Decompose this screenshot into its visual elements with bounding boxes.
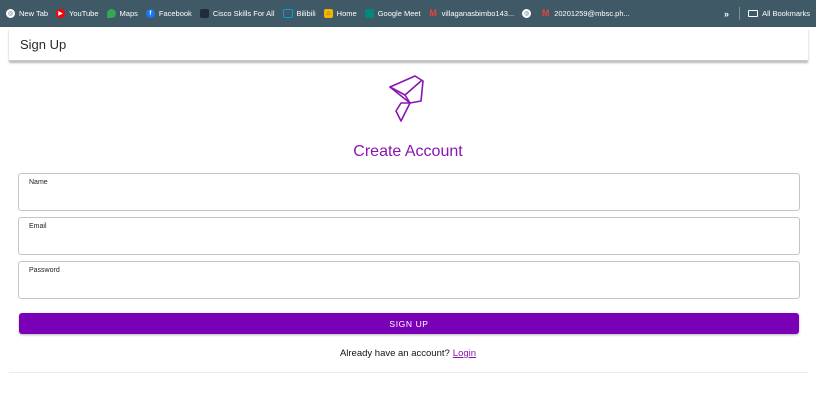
bilibili-icon (282, 9, 293, 18)
bookmark-label: Bilibili (296, 9, 316, 18)
password-input[interactable] (28, 280, 788, 294)
password-field[interactable]: Password (18, 261, 800, 299)
bookmarks-divider (739, 7, 741, 20)
bookmark-chrome-2[interactable]: ◎ (522, 9, 535, 18)
rocket-logo-icon (389, 75, 424, 122)
bookmark-label: 20201259@mbsc.ph... (554, 9, 630, 18)
sign-up-button[interactable]: SIGN UP (19, 313, 799, 334)
bookmark-bilibili[interactable]: Bilibili (282, 9, 316, 18)
bookmark-new-tab[interactable]: ◎ New Tab (6, 9, 48, 18)
divider (9, 372, 808, 373)
bookmarks-bar: ◎ New Tab ▶ YouTube Maps f Facebook Cisc… (0, 0, 816, 27)
folder-icon (748, 10, 759, 17)
bookmark-label: villaganasbimbo143... (441, 9, 515, 18)
bookmark-gmail-2[interactable]: M 20201259@mbsc.ph... (541, 8, 630, 19)
password-label: Password (29, 267, 60, 274)
chrome-icon: ◎ (6, 9, 15, 18)
all-bookmarks-button[interactable]: All Bookmarks (762, 9, 810, 18)
email-input[interactable] (28, 236, 788, 250)
login-link[interactable]: Login (453, 348, 476, 359)
email-label: Email (29, 223, 47, 230)
meet-icon (364, 9, 374, 18)
gmail-icon: M (429, 8, 437, 18)
bookmark-label: YouTube (69, 9, 99, 18)
login-prompt: Already have an account? Login (0, 348, 816, 359)
bookmark-label: Maps (119, 9, 138, 18)
bookmark-label: Cisco Skills For All (212, 9, 275, 18)
facebook-icon: f (145, 9, 155, 18)
maps-icon (106, 9, 116, 18)
home-icon: ⌂ (323, 9, 333, 18)
more-bookmarks-button[interactable]: » (724, 9, 729, 19)
bookmark-gmail-1[interactable]: M villaganasbimbo143... (429, 8, 515, 19)
bookmark-maps[interactable]: Maps (106, 9, 138, 18)
create-account-heading: Create Account (353, 143, 463, 160)
app-bar: Sign Up (9, 28, 808, 61)
page-title: Sign Up (20, 37, 67, 52)
bookmark-label: New Tab (19, 9, 49, 18)
bookmark-home[interactable]: ⌂ Home (323, 9, 357, 18)
gmail-icon: M (541, 8, 550, 18)
bookmarks-right: » All Bookmarks (724, 7, 810, 20)
bookmark-youtube[interactable]: ▶ YouTube (56, 9, 99, 18)
bookmark-label: Google Meet (377, 9, 421, 18)
bookmark-cisco[interactable]: Cisco Skills For All (199, 9, 275, 18)
name-field[interactable]: Name (18, 173, 800, 211)
name-label: Name (29, 179, 48, 186)
bookmark-label: Facebook (158, 9, 192, 18)
login-prompt-text: Already have an account? (339, 348, 450, 359)
bookmark-google-meet[interactable]: Google Meet (364, 9, 421, 18)
bookmark-facebook[interactable]: f Facebook (145, 9, 192, 18)
cisco-icon (199, 9, 209, 18)
name-input[interactable] (28, 192, 788, 206)
bookmark-label: Home (336, 9, 357, 18)
email-field[interactable]: Email (18, 217, 800, 255)
youtube-icon: ▶ (56, 9, 66, 18)
chrome-icon: ◎ (522, 9, 532, 18)
